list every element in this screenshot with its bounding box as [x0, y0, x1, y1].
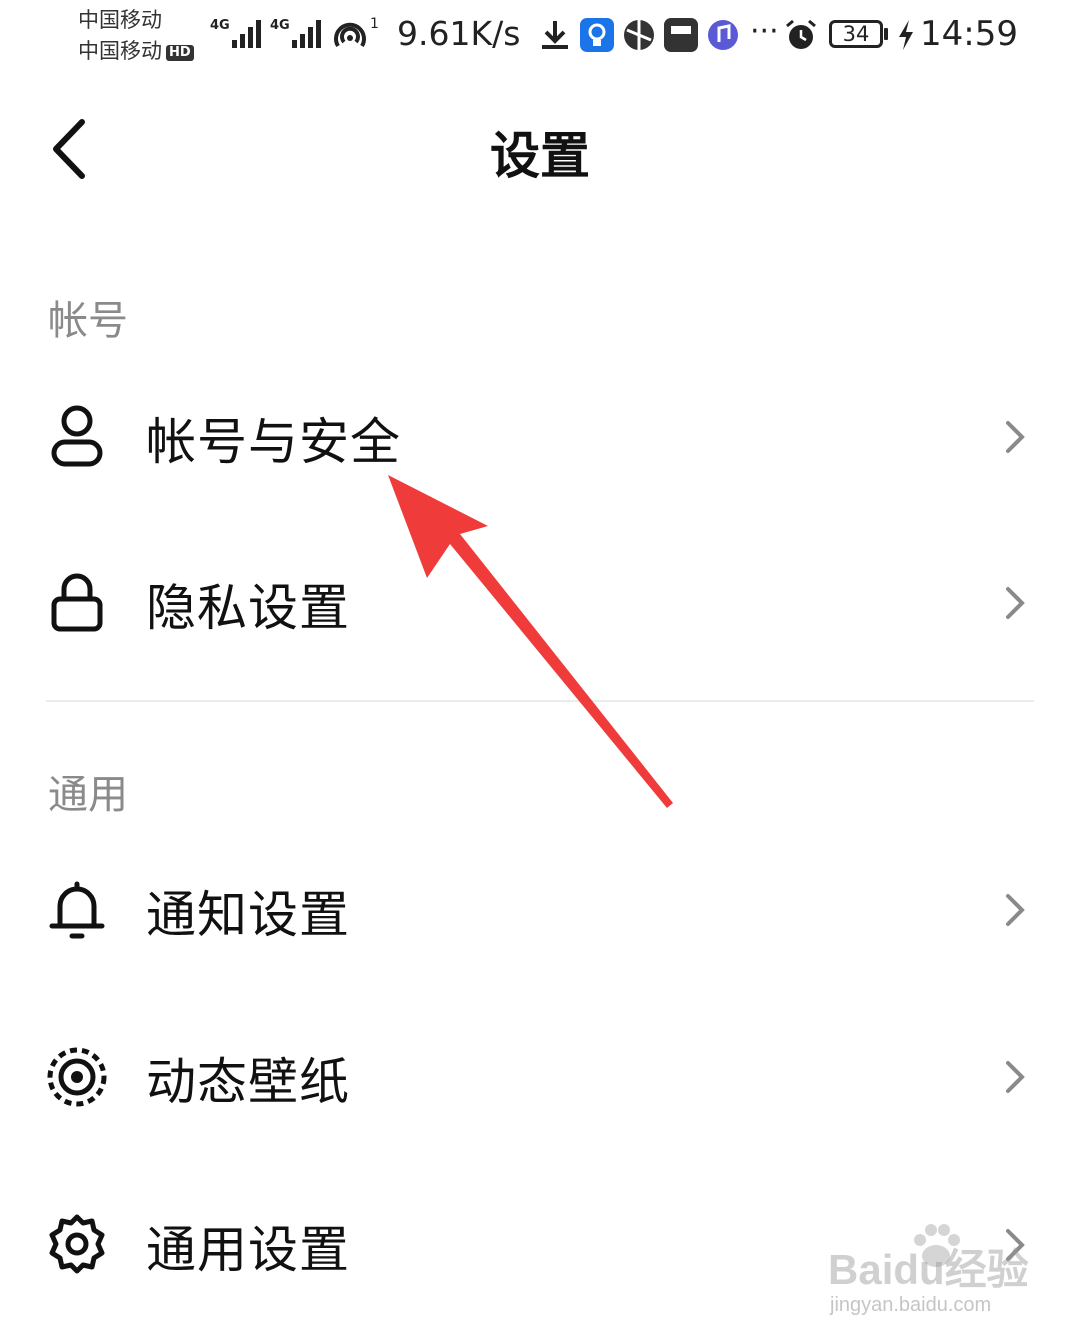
settings-item-label: 通用设置	[146, 1221, 350, 1279]
section-header-general: 通用	[48, 772, 128, 818]
huawei-app-icon	[664, 18, 698, 52]
signal-4g-icon-2: 4G	[270, 18, 321, 48]
chevron-right-icon	[1006, 421, 1025, 453]
signal-2-label: 4G	[270, 18, 290, 33]
settings-item-label: 隐私设置	[146, 579, 350, 637]
music-app-icon	[708, 20, 738, 50]
carrier-name-2: 中国移动 HD	[78, 39, 194, 63]
battery-indicator: 34	[829, 20, 883, 48]
watermark-url: jingyan.baidu.com	[830, 1294, 992, 1316]
signal-4g-icon-1: 4G	[210, 18, 261, 48]
status-bar: 中国移动 中国移动 HD 4G 4G 1 9.61K/s ··· 34 14:5…	[0, 0, 1080, 80]
lightbulb-app-icon	[580, 18, 614, 52]
settings-item-privacy[interactable]: 隐私设置	[0, 538, 1080, 668]
carrier-name-2-text: 中国移动	[78, 39, 162, 63]
live-wallpaper-icon	[47, 1047, 107, 1107]
chevron-right-icon	[1006, 894, 1025, 926]
clock: 14:59	[920, 14, 1018, 54]
bell-icon	[49, 881, 105, 939]
settings-item-label: 帐号与安全	[146, 413, 401, 471]
chevron-right-icon	[1006, 587, 1025, 619]
settings-item-live-wallpaper[interactable]: 动态壁纸	[0, 1012, 1080, 1142]
nav-bar: 设置	[0, 92, 1080, 212]
browser-app-icon	[624, 20, 654, 50]
settings-item-label: 通知设置	[146, 886, 350, 944]
settings-item-label: 动态壁纸	[146, 1053, 350, 1111]
section-divider	[46, 700, 1034, 702]
battery-tip	[884, 28, 888, 40]
signal-1-label: 4G	[210, 18, 230, 33]
baidu-watermark: Baidu经验 jingyan.baidu.com	[828, 1222, 1048, 1332]
user-icon	[51, 405, 103, 467]
chevron-right-icon	[1006, 1061, 1025, 1093]
settings-item-account-security[interactable]: 帐号与安全	[0, 372, 1080, 502]
gear-icon	[49, 1214, 105, 1274]
download-icon	[542, 21, 568, 49]
section-header-account: 帐号	[48, 298, 128, 344]
hotspot-icon: 1	[334, 16, 379, 48]
hotspot-count: 1	[370, 16, 379, 32]
carrier-name-1: 中国移动	[78, 8, 162, 32]
watermark-brand: Baidu经验	[828, 1246, 1029, 1293]
settings-item-notifications[interactable]: 通知设置	[0, 845, 1080, 975]
hd-badge: HD	[166, 45, 194, 61]
page-title: 设置	[490, 127, 590, 185]
lock-icon	[51, 573, 103, 632]
alarm-icon	[786, 19, 816, 49]
charging-icon	[899, 20, 913, 50]
network-speed: 9.61K/s	[397, 14, 521, 53]
overflow-indicator: ···	[750, 14, 779, 49]
